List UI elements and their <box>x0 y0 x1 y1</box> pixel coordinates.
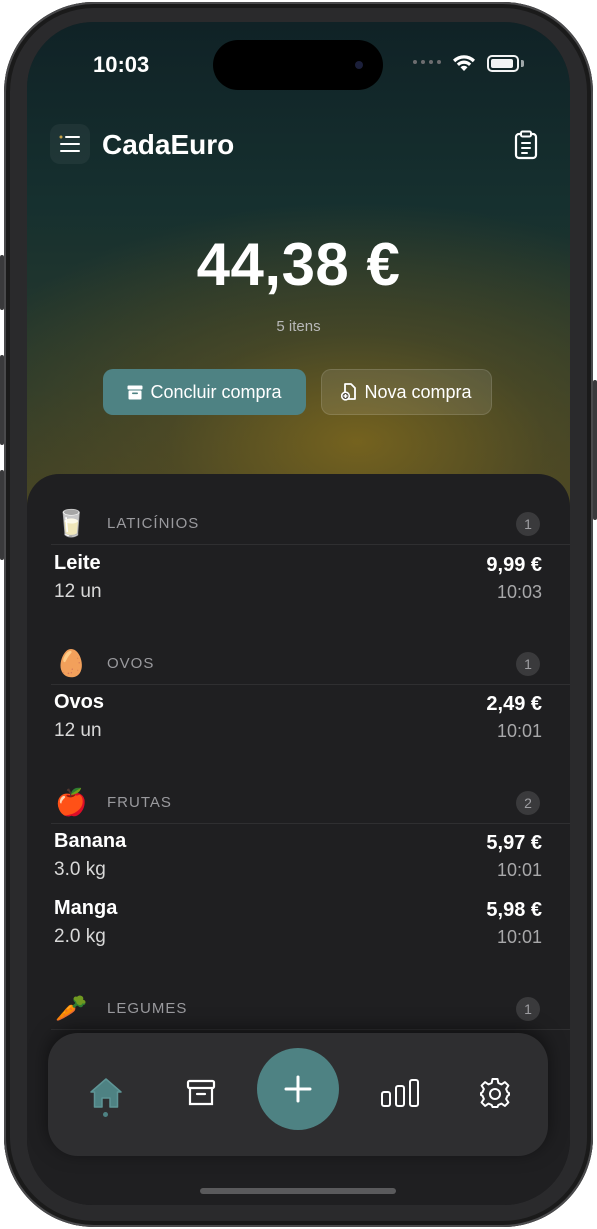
hamburger-menu-icon <box>59 135 80 152</box>
category-label: LEGUMES <box>107 1000 188 1017</box>
apple-icon: 🍎 <box>55 787 88 817</box>
item-time: 10:01 <box>496 721 542 741</box>
carrot-icon: 🥕 <box>55 993 88 1023</box>
item-quantity: 3.0 kg <box>54 859 106 880</box>
tab-home[interactable] <box>86 1073 126 1113</box>
item-price: 9,99 € <box>486 554 542 576</box>
divider <box>51 823 570 824</box>
item-time: 10:03 <box>496 582 542 602</box>
clipboard-icon <box>514 130 538 160</box>
category-label: FRUTAS <box>107 794 172 811</box>
shopping-list-button[interactable] <box>513 130 539 165</box>
new-purchase-label: Nova compra <box>364 381 472 402</box>
items-count: 5 itens <box>276 318 321 335</box>
tab-history[interactable] <box>181 1073 221 1113</box>
category-label: LATICÍNIOS <box>107 515 200 532</box>
category-count-badge: 2 <box>516 791 540 815</box>
milk-icon: 🥛 <box>55 508 88 538</box>
item-price: 5,97 € <box>486 832 542 854</box>
new-document-icon <box>341 383 357 401</box>
wifi-icon <box>453 55 475 71</box>
battery-icon <box>487 55 519 72</box>
home-indicator[interactable] <box>200 1188 396 1194</box>
finish-purchase-button[interactable]: Concluir compra <box>103 369 306 415</box>
dynamic-island <box>213 40 383 90</box>
active-tab-indicator <box>103 1112 108 1117</box>
category-count-badge: 1 <box>516 652 540 676</box>
egg-icon: 🥚 <box>55 648 88 678</box>
app-title: CadaEuro <box>102 129 235 160</box>
item-name: Ovos <box>54 691 105 713</box>
finish-purchase-label: Concluir compra <box>150 381 282 402</box>
volume-down-button <box>0 355 4 445</box>
item-name: Leite <box>54 552 101 574</box>
plus-icon <box>284 1075 312 1103</box>
category-count-badge: 1 <box>516 512 540 536</box>
item-price: 5,98 € <box>486 899 542 921</box>
tab-statistics[interactable] <box>380 1073 420 1113</box>
list-item[interactable]: Leite 12 un 9,99 € 10:03 <box>27 552 570 612</box>
divider <box>51 684 570 685</box>
action-button <box>0 470 4 560</box>
volume-up-button <box>0 255 4 310</box>
category-header-frutas: 🍎 FRUTAS 2 <box>27 783 570 823</box>
signal-dots-icon <box>413 60 441 64</box>
list-item[interactable]: Ovos 12 un 2,49 € 10:01 <box>27 691 570 751</box>
category-header-laticinios: 🥛 LATICÍNIOS 1 <box>27 504 570 544</box>
archive-icon <box>186 1079 216 1106</box>
power-button <box>593 380 597 520</box>
category-count-badge: 1 <box>516 997 540 1021</box>
category-header-ovos: 🥚 OVOS 1 <box>27 644 570 684</box>
screen: 10:03 CadaEuro 44,38 € 5 itens Concluir … <box>27 22 570 1205</box>
divider <box>51 544 570 545</box>
item-name: Manga <box>54 897 118 919</box>
item-quantity: 2.0 kg <box>54 926 106 947</box>
divider <box>51 1029 570 1030</box>
status-time: 10:03 <box>93 52 150 77</box>
item-quantity: 12 un <box>54 581 102 602</box>
item-time: 10:01 <box>496 927 542 947</box>
archive-box-icon <box>127 385 143 399</box>
item-quantity: 12 un <box>54 720 102 741</box>
home-icon <box>90 1078 122 1108</box>
tab-settings[interactable] <box>475 1073 515 1113</box>
category-header-legumes: 🥕 LEGUMES 1 <box>27 989 570 1029</box>
gear-icon <box>480 1078 510 1108</box>
item-time: 10:01 <box>496 860 542 880</box>
item-name: Banana <box>54 830 127 852</box>
add-item-button[interactable] <box>257 1048 339 1130</box>
category-label: OVOS <box>107 655 155 672</box>
total-amount: 44,38 € <box>196 231 401 298</box>
new-purchase-button[interactable]: Nova compra <box>321 369 492 415</box>
list-item[interactable]: Banana 3.0 kg 5,97 € 10:01 <box>27 830 570 890</box>
menu-button[interactable] <box>50 124 90 164</box>
item-price: 2,49 € <box>486 693 542 715</box>
tab-bar <box>48 1033 548 1156</box>
chart-bars-icon <box>381 1079 419 1107</box>
list-item[interactable]: Manga 2.0 kg 5,98 € 10:01 <box>27 897 570 957</box>
camera-icon <box>355 61 363 69</box>
